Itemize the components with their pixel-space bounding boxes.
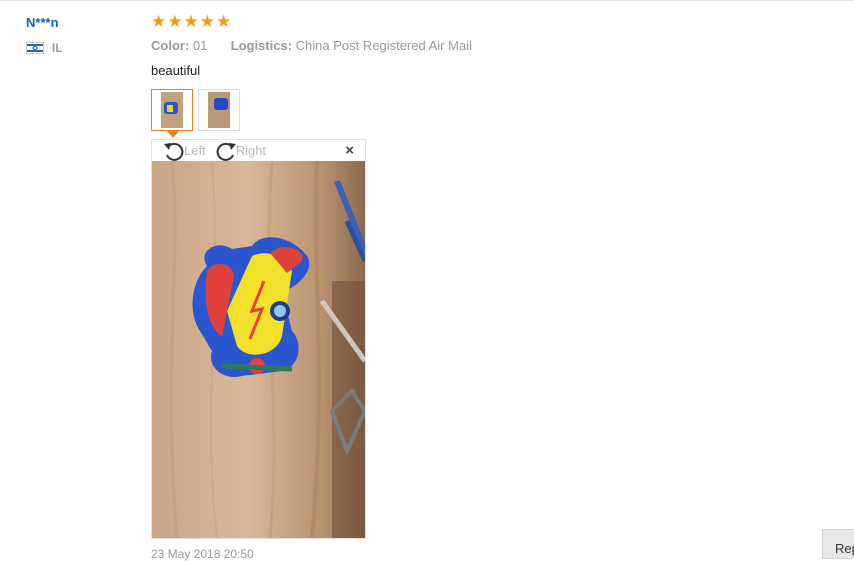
photo-thumbnails — [151, 89, 240, 131]
report-button[interactable]: Report — [822, 529, 854, 559]
star-icon: ★ — [183, 12, 199, 31]
active-thumb-caret — [167, 131, 179, 138]
logistics-value: China Post Registered Air Mail — [295, 38, 472, 53]
top-divider — [0, 0, 854, 1]
color-label: Color: — [151, 38, 190, 53]
review-date: 23 May 2018 20:50 — [151, 547, 254, 561]
rotate-right-label: Right — [235, 143, 267, 158]
photo-thumbnail-2[interactable] — [198, 89, 240, 131]
star-rating: ★ ★ ★ ★ ★ — [151, 13, 231, 31]
logistics-label: Logistics: — [230, 38, 293, 53]
close-viewer-button[interactable]: × — [345, 143, 354, 158]
photo-viewer: Left Right × — [151, 139, 366, 539]
rotate-left-button[interactable]: Left — [162, 141, 206, 161]
review-text: beautiful — [151, 63, 201, 78]
review-photo-image — [152, 161, 365, 538]
star-icon: ★ — [151, 12, 167, 31]
rotate-left-icon — [164, 142, 184, 161]
reviewer-country: IL — [26, 41, 63, 55]
color-value: 01 — [192, 38, 208, 53]
order-meta: Color: 01 Logistics: China Post Register… — [151, 38, 472, 53]
star-icon: ★ — [199, 12, 215, 31]
star-icon: ★ — [216, 12, 232, 31]
photo-thumbnail-1[interactable] — [151, 89, 193, 131]
rotate-right-icon — [216, 142, 236, 161]
star-icon: ★ — [167, 12, 183, 31]
reviewer-name[interactable]: N***n — [26, 15, 59, 30]
rotate-right-button[interactable]: Right — [214, 141, 266, 161]
country-code: IL — [52, 41, 63, 55]
review-photo — [152, 161, 365, 538]
viewer-toolbar: Left Right × — [152, 140, 365, 161]
rotate-left-label: Left — [184, 143, 206, 158]
israel-flag-icon — [26, 42, 44, 54]
